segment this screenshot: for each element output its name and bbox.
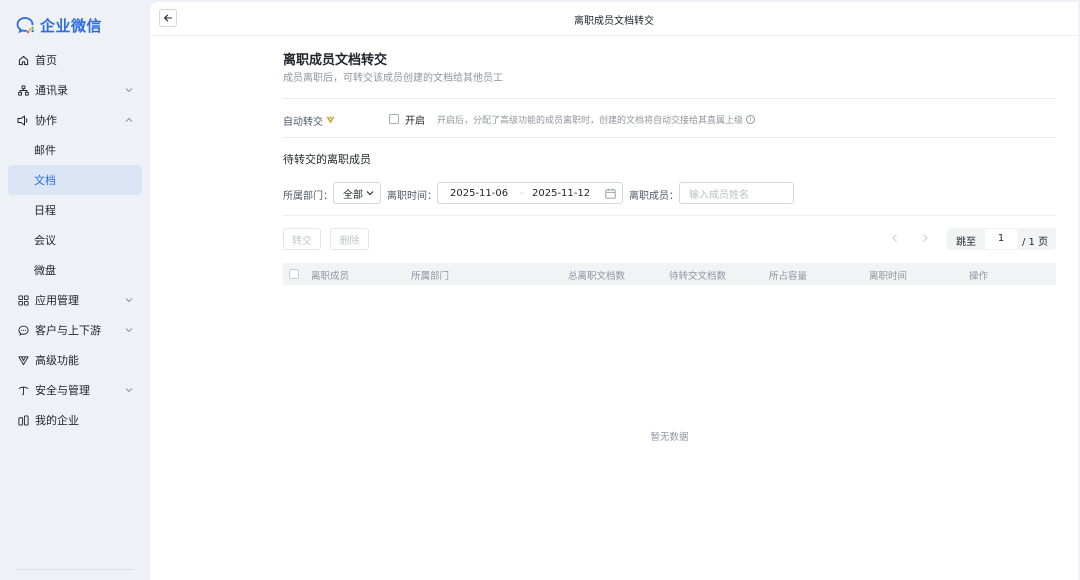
app-logo[interactable]: 企业微信	[16, 14, 102, 36]
sidebar-divider	[16, 569, 134, 570]
sidebar-item-label: 日程	[34, 204, 56, 217]
divider	[283, 137, 1056, 138]
sidebar-item-calendar[interactable]: 日程	[8, 195, 142, 225]
sidebar-item-label: 高级功能	[35, 354, 79, 367]
app-name: 企业微信	[40, 16, 103, 35]
empty-state-text: 暂无数据	[650, 432, 689, 443]
company-icon	[17, 414, 29, 426]
page-title: 离职成员文档转交	[283, 53, 388, 68]
sidebar-item-label: 应用管理	[35, 294, 79, 307]
apps-icon	[17, 294, 29, 306]
page-jumper: 跳至 1 / 1 页	[947, 228, 1056, 250]
home-icon	[17, 54, 29, 66]
date-range-separator: -	[520, 188, 524, 199]
auto-transfer-label-text: 自动转交	[283, 116, 323, 128]
transfer-button[interactable]: 转交	[283, 228, 321, 250]
end-date[interactable]: 2025-11-12	[532, 188, 590, 199]
chevron-down-icon	[125, 298, 133, 303]
top-bar-title: 离职成员文档转交	[574, 16, 654, 27]
leave-time-filter-label: 离职时间：	[387, 191, 437, 202]
column-header-storage: 所占容量	[769, 271, 808, 282]
member-search-input[interactable]: 输入成员姓名	[679, 182, 794, 204]
sidebar-item-label: 邮件	[34, 144, 56, 157]
chevron-down-icon	[125, 328, 133, 333]
auto-transfer-row: 自动转交 开启 开启后，分配了高级功能的成员离职时，创建的文档将自动交接给其直属…	[283, 112, 1056, 128]
member-filter-label: 离职成员：	[629, 191, 679, 202]
sidebar-item-docs[interactable]: 文档	[8, 165, 142, 195]
page-total: / 1 页	[1022, 237, 1049, 248]
chevron-left-icon[interactable]	[889, 232, 901, 244]
page-number-input[interactable]: 1	[985, 228, 1017, 250]
info-icon[interactable]: i	[746, 115, 756, 124]
section-title: 待转交的离职成员	[283, 153, 371, 166]
sidebar-item-label: 安全与管理	[35, 384, 90, 397]
premium-badge-icon	[326, 116, 335, 124]
column-header-department: 所属部门	[411, 271, 450, 282]
auto-transfer-checkbox[interactable]	[389, 114, 399, 124]
main-panel: 离职成员文档转交 离职成员文档转交 成员离职后，可转交该成员创建的文档给其他员工…	[150, 2, 1078, 580]
member-search-placeholder: 输入成员姓名	[689, 189, 749, 201]
sidebar-item-premium[interactable]: 高级功能	[8, 345, 142, 375]
sidebar-item-meeting[interactable]: 会议	[8, 225, 142, 255]
chat-icon	[17, 324, 29, 336]
top-bar: 离职成员文档转交	[150, 2, 1078, 36]
sidebar: 企业微信 首页 通讯录 协作 邮件 文档 日程 会议 微盘 应用管理 客户与上下…	[0, 0, 150, 580]
sidebar-item-mail[interactable]: 邮件	[8, 135, 142, 165]
sidebar-item-label: 客户与上下游	[35, 324, 101, 337]
department-select-value: 全部	[343, 189, 363, 201]
calendar-icon	[605, 188, 616, 199]
sidebar-item-company[interactable]: 我的企业	[8, 405, 142, 435]
auto-transfer-description-text: 开启后，分配了高级功能的成员离职时，创建的文档将自动交接给其直属上级	[437, 116, 744, 126]
column-header-pending-docs: 待转交文档数	[669, 271, 727, 282]
sidebar-item-contacts[interactable]: 通讯录	[8, 75, 142, 105]
date-range-picker[interactable]: 2025-11-06 - 2025-11-12	[437, 182, 623, 204]
department-filter-label: 所属部门：	[283, 191, 333, 202]
chevron-right-icon[interactable]	[919, 232, 931, 244]
chevron-down-icon	[125, 388, 133, 393]
auto-transfer-description: 开启后，分配了高级功能的成员离职时，创建的文档将自动交接给其直属上级 i	[437, 113, 756, 126]
sidebar-item-label: 协作	[35, 114, 57, 127]
sidebar-item-customers[interactable]: 客户与上下游	[8, 315, 142, 345]
jump-label: 跳至	[956, 237, 976, 248]
chevron-down-icon	[125, 88, 133, 93]
column-header-member: 离职成员	[311, 271, 350, 282]
column-header-leave-time: 离职时间	[869, 271, 908, 282]
sidebar-item-label: 通讯录	[35, 84, 68, 97]
divider	[283, 215, 1056, 216]
auto-transfer-label: 自动转交	[283, 113, 335, 128]
wecom-logo-icon	[16, 17, 34, 34]
sidebar-item-label: 微盘	[34, 264, 56, 277]
select-all-checkbox[interactable]	[289, 269, 299, 279]
sidebar-item-label: 会议	[34, 234, 56, 247]
sidebar-item-label: 我的企业	[35, 414, 79, 427]
collab-icon	[17, 114, 29, 126]
chevron-up-icon	[125, 117, 133, 122]
sidebar-item-label: 文档	[34, 174, 56, 187]
delete-button[interactable]: 删除	[330, 228, 369, 250]
premium-icon	[17, 354, 29, 366]
shield-icon	[17, 384, 29, 396]
column-header-actions: 操作	[969, 271, 989, 282]
start-date[interactable]: 2025-11-06	[450, 188, 508, 199]
auto-transfer-toggle-label[interactable]: 开启	[405, 112, 425, 127]
column-header-total-docs: 总离职文档数	[568, 271, 626, 282]
divider	[283, 98, 1056, 99]
chevron-down-icon	[366, 191, 374, 196]
sidebar-nav: 首页 通讯录 协作 邮件 文档 日程 会议 微盘 应用管理 客户与上下游 高级功…	[8, 45, 142, 435]
filter-row: 所属部门： 全部 离职时间： 2025-11-06 - 2025-11-12 离…	[283, 182, 1056, 204]
sidebar-item-apps[interactable]: 应用管理	[8, 285, 142, 315]
sidebar-item-security[interactable]: 安全与管理	[8, 375, 142, 405]
sidebar-item-collaboration[interactable]: 协作	[8, 105, 142, 135]
department-select[interactable]: 全部	[333, 182, 381, 204]
org-icon	[17, 84, 29, 96]
table-header: 离职成员 所属部门 总离职文档数 待转交文档数 所占容量 离职时间 操作	[283, 263, 1056, 285]
sidebar-item-drive[interactable]: 微盘	[8, 255, 142, 285]
page-description: 成员离职后，可转交该成员创建的文档给其他员工	[283, 73, 503, 84]
sidebar-item-label: 首页	[35, 54, 57, 67]
sidebar-item-home[interactable]: 首页	[8, 45, 142, 75]
